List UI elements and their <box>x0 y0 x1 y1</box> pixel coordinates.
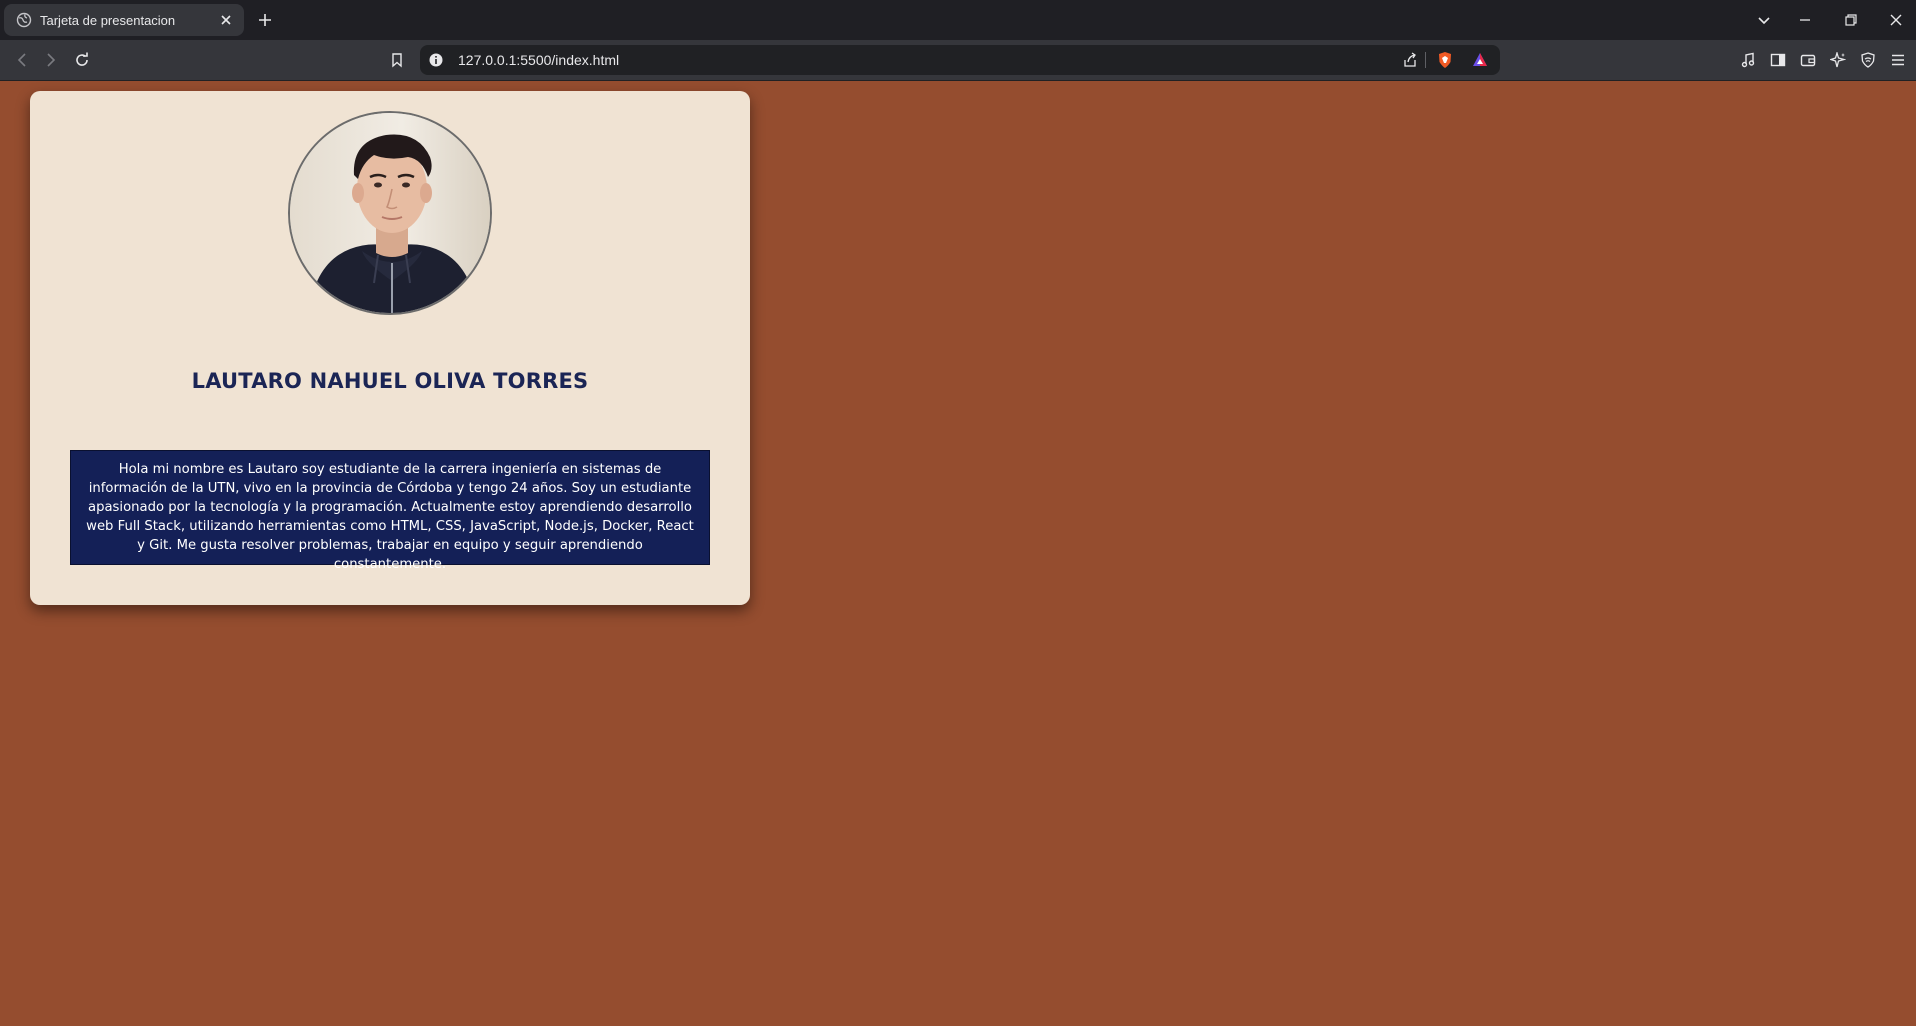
brave-rewards-icon[interactable] <box>1470 50 1490 70</box>
site-info-icon[interactable] <box>428 52 444 68</box>
presentation-card: LAUTARO NAHUEL OLIVA TORRES Hola mi nomb… <box>30 91 750 605</box>
wallet-icon[interactable] <box>1796 48 1820 72</box>
tab-search-chevron-icon[interactable] <box>1752 8 1776 32</box>
new-tab-icon[interactable] <box>253 8 277 32</box>
globe-icon <box>16 12 32 28</box>
close-window-icon[interactable] <box>1884 8 1908 32</box>
back-arrow-icon[interactable] <box>10 48 34 72</box>
share-icon[interactable] <box>1400 50 1420 70</box>
page-viewport: LAUTARO NAHUEL OLIVA TORRES Hola mi nomb… <box>0 82 1916 1026</box>
browser-toolbar: 127.0.0.1:5500/index.html <box>0 40 1916 81</box>
media-music-icon[interactable] <box>1736 48 1760 72</box>
vpn-shield-icon[interactable] <box>1856 48 1880 72</box>
omnibox-separator <box>1425 52 1426 68</box>
profile-bio: Hola mi nombre es Lautaro soy estudiante… <box>70 450 710 572</box>
brave-shields-icon[interactable] <box>1435 50 1455 70</box>
browser-tab-bar: Tarjeta de presentacion <box>0 0 1916 40</box>
url-text[interactable]: 127.0.0.1:5500/index.html <box>458 45 619 75</box>
forward-arrow-icon[interactable] <box>39 48 63 72</box>
bookmark-icon[interactable] <box>385 48 409 72</box>
tab-title: Tarjeta de presentacion <box>40 12 176 28</box>
leo-ai-sparkle-icon[interactable] <box>1826 48 1850 72</box>
close-tab-icon[interactable] <box>214 8 238 32</box>
menu-hamburger-icon[interactable] <box>1886 48 1910 72</box>
restore-icon[interactable] <box>1839 8 1863 32</box>
sidebar-toggle-icon[interactable] <box>1766 48 1790 72</box>
reload-icon[interactable] <box>70 48 94 72</box>
address-bar[interactable]: 127.0.0.1:5500/index.html <box>420 45 1500 75</box>
profile-name: LAUTARO NAHUEL OLIVA TORRES <box>191 369 589 393</box>
profile-photo <box>288 111 492 315</box>
browser-tab[interactable]: Tarjeta de presentacion <box>4 4 244 36</box>
minimize-icon[interactable] <box>1793 8 1817 32</box>
